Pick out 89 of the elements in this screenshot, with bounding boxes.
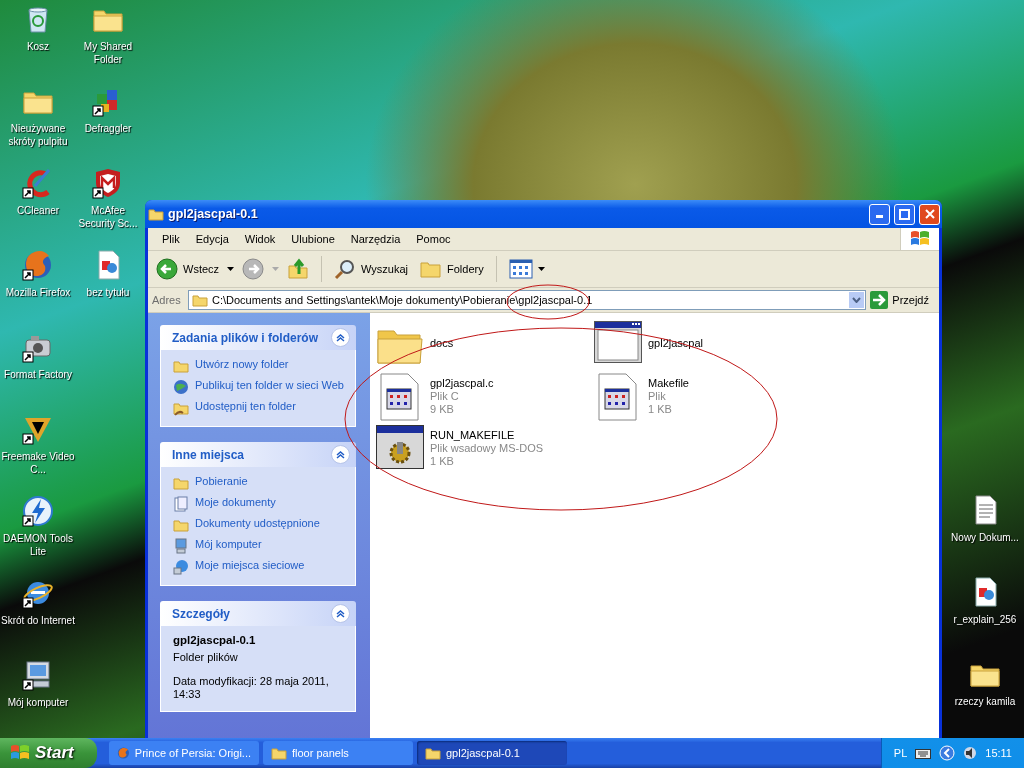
up-folder-icon xyxy=(287,258,310,280)
folder-icon xyxy=(173,358,189,374)
search-button[interactable]: Wyszukaj xyxy=(330,256,413,282)
menu-item[interactable]: Narzędzia xyxy=(342,233,409,245)
menu-item[interactable]: Widok xyxy=(236,233,284,245)
close-button[interactable] xyxy=(919,203,940,225)
back-button[interactable]: Wstecz xyxy=(152,256,224,282)
file-name[interactable]: gpl2jascpal.c xyxy=(430,377,494,390)
task-link[interactable]: Publikuj ten folder w sieci Web xyxy=(195,379,345,392)
menu-item[interactable]: Edycja xyxy=(187,233,237,245)
caret-icon xyxy=(537,267,545,271)
maximize-button[interactable] xyxy=(894,203,915,225)
desktop-icon-label[interactable]: DAEMON Tools Lite xyxy=(0,532,76,558)
details-type: Folder plików xyxy=(173,651,239,664)
panel-title: Zadania plików i folderów xyxy=(172,330,318,345)
collapse-button[interactable] xyxy=(331,445,350,464)
flag-icon xyxy=(910,230,930,248)
globe-icon xyxy=(117,745,130,761)
task-link[interactable]: Mój komputer xyxy=(195,538,345,551)
taskbar-button[interactable]: floor panels xyxy=(263,741,413,765)
panel-title: Szczegóły xyxy=(172,606,231,621)
speaker-icon[interactable] xyxy=(963,746,978,760)
panel-title: Inne miejsca xyxy=(172,447,245,462)
desktop-icon-label[interactable]: rzeczy kamila xyxy=(954,695,1016,708)
keyboard-icon[interactable] xyxy=(915,747,932,759)
file-type: Plik wsadowy MS-DOS xyxy=(430,442,544,455)
file-size: 1 KB xyxy=(430,455,455,468)
task-link[interactable]: Udostępnij ten folder xyxy=(195,400,345,413)
folder-icon xyxy=(192,293,208,307)
task-link[interactable]: Moje dokumenty xyxy=(195,496,345,509)
folder-icon xyxy=(148,207,164,221)
collapse-button[interactable] xyxy=(331,604,350,623)
file-type: Plik xyxy=(648,390,667,403)
shared-folder-icon xyxy=(173,400,189,416)
details-modified: Data modyfikacji: 28 maja 2011, 14:33 xyxy=(173,675,330,701)
file-name[interactable]: RUN_MAKEFILE xyxy=(430,429,544,442)
maximize-icon xyxy=(899,208,910,220)
chevron-up-icon xyxy=(336,333,345,342)
task-link[interactable]: Moje miejsca sieciowe xyxy=(195,559,345,572)
start-button[interactable]: Start xyxy=(0,738,97,768)
caret-icon xyxy=(227,267,235,271)
folder-icon xyxy=(425,746,441,760)
desktop-icon-label[interactable]: Skrót do Internet xyxy=(1,614,75,627)
search-icon xyxy=(334,258,357,280)
desktop-icon-label[interactable]: r_explain_256 xyxy=(953,613,1017,626)
address-field[interactable]: C:\Documents and Settings\antek\Moje dokumenty\Pobieranie\gpl2jascpal-0.1 xyxy=(188,290,867,310)
desktop-icon-label[interactable]: Mój komputer xyxy=(7,696,69,709)
folders-button[interactable]: Foldery xyxy=(416,257,488,281)
file-name[interactable]: Makefile xyxy=(648,377,689,390)
dropdown-button[interactable] xyxy=(848,291,866,309)
globe-icon xyxy=(173,379,189,395)
chevron-down-icon xyxy=(852,297,862,303)
arrow-right-icon xyxy=(870,291,889,309)
menu-item[interactable]: Plik xyxy=(154,233,188,245)
collapse-button[interactable] xyxy=(331,328,350,347)
details-name: gpl2jascpal-0.1 xyxy=(173,634,257,646)
caret-icon xyxy=(272,267,280,271)
go-button[interactable]: Przejdź xyxy=(870,291,935,309)
file-type: Plik C xyxy=(430,390,460,403)
folder-icon xyxy=(271,746,287,760)
chevron-up-icon xyxy=(336,609,345,618)
menu-item[interactable]: Pomoc xyxy=(408,233,459,245)
chevron-up-icon xyxy=(336,450,345,459)
taskbar-button[interactable]: gpl2jascpal-0.1 xyxy=(417,741,567,765)
task-link[interactable]: Utwórz nowy folder xyxy=(195,358,345,371)
folder-icon xyxy=(173,517,189,533)
views-icon xyxy=(508,259,533,279)
address-label: Adres xyxy=(152,294,182,306)
file-size: 9 KB xyxy=(430,403,455,416)
task-link[interactable]: Dokumenty udostępnione xyxy=(195,517,345,530)
desktop-icon-label[interactable]: My Shared Folder xyxy=(76,40,140,66)
taskbar-button[interactable]: Prince of Persia: Origi... xyxy=(109,741,259,765)
flag-icon xyxy=(10,744,30,762)
menu-item[interactable]: Ulubione xyxy=(283,233,343,245)
computer-icon xyxy=(173,538,189,554)
folder-icon xyxy=(173,475,189,491)
window-title: gpl2jascpal-0.1 xyxy=(168,207,259,221)
clock: 15:11 xyxy=(985,747,1012,759)
folder-icon xyxy=(420,259,443,279)
address-path: C:\Documents and Settings\antek\Moje dokumenty\Pobieranie\gpl2jascpal-0.1 xyxy=(212,294,593,306)
network-icon xyxy=(173,559,189,575)
minimize-button[interactable] xyxy=(869,203,890,225)
desktop-icon-label[interactable]: Kosz xyxy=(26,40,50,53)
close-icon xyxy=(924,209,935,219)
file-size: 1 KB xyxy=(648,403,673,416)
task-link[interactable]: Pobieranie xyxy=(195,475,345,488)
documents-icon xyxy=(173,496,189,512)
chevron-left-icon[interactable] xyxy=(939,745,956,761)
desktop-icon-label[interactable]: Nowy Dokum... xyxy=(951,531,1019,544)
